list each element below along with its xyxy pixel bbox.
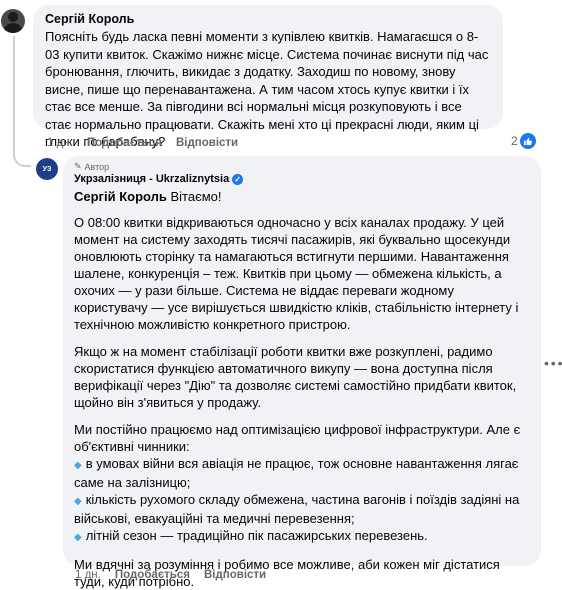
reaction-count-value: 2 (511, 134, 518, 148)
reply-author-name[interactable]: Укрзалізниця - Ukrzaliznytsia (74, 173, 229, 185)
reply-author[interactable]: Укрзалізниця - Ukrzaliznytsia ✓ (74, 173, 529, 185)
reply-actions: 1 дн. Подобається Відповісти (75, 569, 266, 581)
diamond-icon: ◆ (74, 496, 82, 507)
comment-actions: 1 дн. Подобається Відповісти (47, 137, 238, 149)
comment-text: Поясніть будь ласка певні моменти з купі… (45, 29, 489, 149)
avatar-shoulders (3, 23, 23, 33)
bullet-text: літній сезон — традиційно пік пасажирськ… (85, 528, 428, 543)
commenter-avatar[interactable] (1, 9, 25, 33)
comment-like-button[interactable]: Подобається (87, 137, 162, 149)
reply-paragraph-2: Якщо ж на момент стабілізації роботи кви… (74, 344, 517, 410)
comment-time[interactable]: 1 дн. (47, 137, 73, 149)
avatar-head (8, 12, 18, 22)
bullet-item: ◆ літній сезон — традиційно пік пасажирсь… (74, 527, 529, 546)
thread-line (13, 36, 15, 148)
page-avatar[interactable]: УЗ (36, 158, 58, 180)
page-avatar-text: УЗ (42, 165, 52, 173)
author-badge: ✎ Автор (74, 161, 529, 172)
bullet-item: ◆ кількість рухомого складу обмежена, час… (74, 491, 529, 527)
thumbs-up-icon (519, 133, 536, 149)
reply-paragraph-1: О 08:00 квитки відкриваються одночасно у… (74, 215, 519, 332)
bullet-item: ◆ в умовах війни вся авіація не працює, т… (74, 455, 529, 491)
diamond-icon: ◆ (74, 460, 82, 471)
comment-reply-button[interactable]: Відповісти (176, 137, 238, 149)
reply-like-button[interactable]: Подобається (115, 569, 190, 581)
reply-paragraph-3: Ми постійно працюємо над оптимізацією ци… (74, 421, 529, 546)
reply-bubble: ✎ Автор Укрзалізниця - Ukrzaliznytsia ✓ … (63, 156, 541, 589)
pen-icon: ✎ (74, 161, 82, 171)
reply-greeting: Вітаємо! (170, 189, 222, 204)
thread-connector (13, 145, 31, 167)
verified-badge-icon: ✓ (232, 173, 244, 185)
diamond-icon: ◆ (74, 532, 82, 543)
more-options-icon[interactable]: • • • (544, 355, 562, 371)
reply-paragraph-3-intro: Ми постійно працюємо над оптимізацією ци… (74, 422, 521, 454)
comment-author[interactable]: Сергій Король (45, 12, 491, 26)
reply-reply-button[interactable]: Відповісти (204, 569, 266, 581)
comment-bubble: Сергій Король Поясніть будь ласка певні … (33, 5, 503, 149)
bullet-text: в умовах війни вся авіація не працює, то… (74, 456, 519, 490)
author-badge-label: Автор (84, 161, 110, 172)
reply-greeting-line: Сергій Король Вітаємо! (74, 189, 529, 204)
reply-mention[interactable]: Сергій Король (74, 189, 167, 204)
reply-time[interactable]: 1 дн. (75, 569, 101, 581)
bullet-text: кількість рухомого складу обмежена, част… (74, 492, 520, 526)
comment-reaction-count[interactable]: 2 (511, 133, 536, 149)
